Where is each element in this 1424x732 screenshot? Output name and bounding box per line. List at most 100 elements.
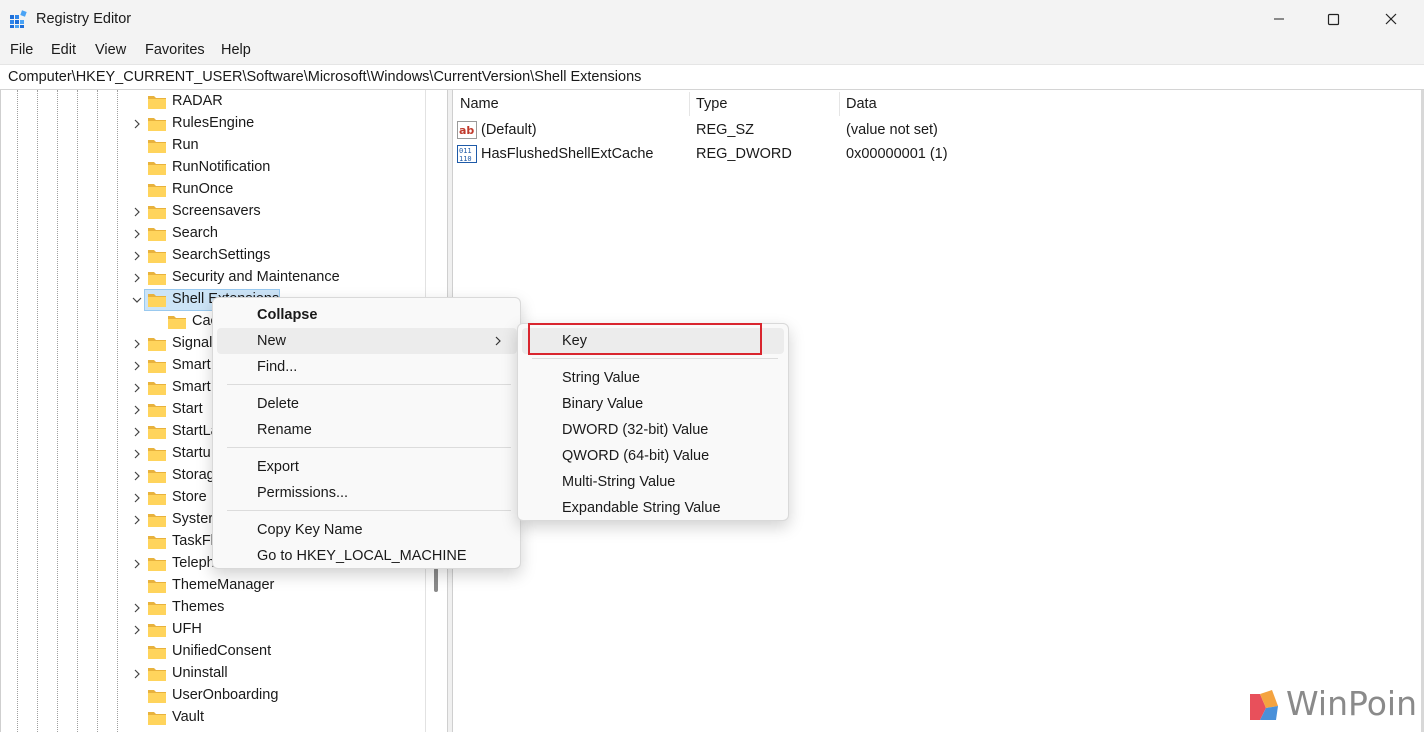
menu-separator [227,384,511,385]
folder-icon [148,228,166,241]
tree-item[interactable]: RulesEngine [1,113,421,135]
submenu-item-multi-string-value[interactable]: Multi-String Value [522,469,784,495]
menu-file[interactable]: File [10,42,33,58]
tree-item[interactable]: Vault [1,707,421,729]
menu-view[interactable]: View [95,42,126,58]
tree-item[interactable]: UserOnboarding [1,685,421,707]
tree-item-label: Smart [172,357,211,373]
address-path[interactable]: Computer\HKEY_CURRENT_USER\Software\Micr… [8,69,641,85]
menu-item-delete[interactable]: Delete [217,391,517,417]
column-header-data[interactable]: Data [846,96,877,112]
chevron-right-icon[interactable] [131,382,143,394]
submenu-item-string-value[interactable]: String Value [522,365,784,391]
tree-item-label: Teleph [172,555,215,571]
menu-item-label: Find... [257,359,298,375]
key-context-menu: Collapse New Find... Delete Rename Expor… [212,297,521,569]
tree-item-label: SearchSettings [172,247,271,263]
menu-item-label: Multi-String Value [562,474,676,490]
tree-scrollbar-thumb[interactable] [434,568,438,592]
tree-item[interactable]: SearchSettings [1,245,421,267]
chevron-right-icon[interactable] [131,624,143,636]
submenu-item-qword-value[interactable]: QWORD (64-bit) Value [522,443,784,469]
window-title: Registry Editor [36,11,132,27]
menu-item-go-to-hklm[interactable]: Go to HKEY_LOCAL_MACHINE [217,543,517,569]
tree-item[interactable]: Themes [1,597,421,619]
submenu-item-binary-value[interactable]: Binary Value [522,391,784,417]
menu-item-label: Rename [257,422,312,438]
chevron-right-icon[interactable] [131,514,143,526]
chevron-right-icon[interactable] [131,470,143,482]
address-bar[interactable]: Computer\HKEY_CURRENT_USER\Software\Micr… [0,64,1424,90]
submenu-item-expandable-string-value[interactable]: Expandable String Value [522,495,784,521]
chevron-right-icon[interactable] [131,338,143,350]
tree-item[interactable]: Screensavers [1,201,421,223]
menu-favorites[interactable]: Favorites [145,42,205,58]
folder-icon [148,536,166,549]
chevron-right-icon[interactable] [131,250,143,262]
menu-item-label: Collapse [257,307,318,323]
chevron-right-icon[interactable] [131,118,143,130]
tree-item-label: Smart [172,379,211,395]
chevron-right-icon[interactable] [131,602,143,614]
folder-icon [148,712,166,725]
folder-icon [148,426,166,439]
folder-icon [148,492,166,505]
folder-icon [148,404,166,417]
chevron-right-icon[interactable] [131,272,143,284]
folder-icon [148,162,166,175]
chevron-right-icon[interactable] [131,668,143,680]
tree-item[interactable]: RunOnce [1,179,421,201]
submenu-item-dword-value[interactable]: DWORD (32-bit) Value [522,417,784,443]
menu-item-permissions[interactable]: Permissions... [217,480,517,506]
tree-item-label: Screensavers [172,203,261,219]
menu-item-new[interactable]: New [217,328,517,354]
chevron-right-icon[interactable] [131,448,143,460]
chevron-right-icon[interactable] [131,558,143,570]
folder-icon [148,118,166,131]
tree-item[interactable]: Uninstall [1,663,421,685]
chevron-right-icon[interactable] [131,404,143,416]
tree-item-label: Storag [172,467,215,483]
folder-icon [168,316,186,329]
folder-icon [148,338,166,351]
tree-item-label: Uninstall [172,665,228,681]
chevron-right-icon[interactable] [131,206,143,218]
chevron-right-icon[interactable] [131,492,143,504]
value-row[interactable]: ab (Default) REG_SZ (value not set) [453,118,1153,142]
tree-item[interactable]: UnifiedConsent [1,641,421,663]
tree-item[interactable]: Security and Maintenance [1,267,421,289]
menu-item-collapse[interactable]: Collapse [217,302,517,328]
chevron-right-icon[interactable] [131,228,143,240]
registry-editor-app-icon [10,10,27,28]
menu-item-find[interactable]: Find... [217,354,517,380]
chevron-right-icon[interactable] [131,426,143,438]
folder-icon [148,294,166,307]
menu-help[interactable]: Help [221,42,251,58]
svg-text:ab: ab [459,124,474,137]
column-header-name[interactable]: Name [460,96,499,112]
chevron-down-icon[interactable] [131,294,143,306]
menu-item-copy-key-name[interactable]: Copy Key Name [217,517,517,543]
column-header-type[interactable]: Type [696,96,727,112]
chevron-right-icon[interactable] [131,360,143,372]
value-data: 0x00000001 (1) [846,146,948,162]
menu-edit[interactable]: Edit [51,42,76,58]
maximize-button[interactable] [1304,0,1362,38]
menu-item-rename[interactable]: Rename [217,417,517,443]
close-button[interactable] [1362,0,1420,38]
value-row[interactable]: 011 110 HasFlushedShellExtCache REG_DWOR… [453,142,1153,166]
tree-item[interactable]: RADAR [1,91,421,113]
column-divider[interactable] [689,92,690,116]
menu-item-export[interactable]: Export [217,454,517,480]
tree-item-label: Search [172,225,218,241]
tree-item[interactable]: ThemeManager [1,575,421,597]
tree-item[interactable]: Run [1,135,421,157]
column-divider[interactable] [839,92,840,116]
tree-item[interactable]: Search [1,223,421,245]
folder-icon [148,140,166,153]
tree-item[interactable]: RunNotification [1,157,421,179]
tree-item-label: Run [172,137,199,153]
minimize-button[interactable] [1250,0,1308,38]
tree-item[interactable]: UFH [1,619,421,641]
tree-item-label: Store [172,489,207,505]
